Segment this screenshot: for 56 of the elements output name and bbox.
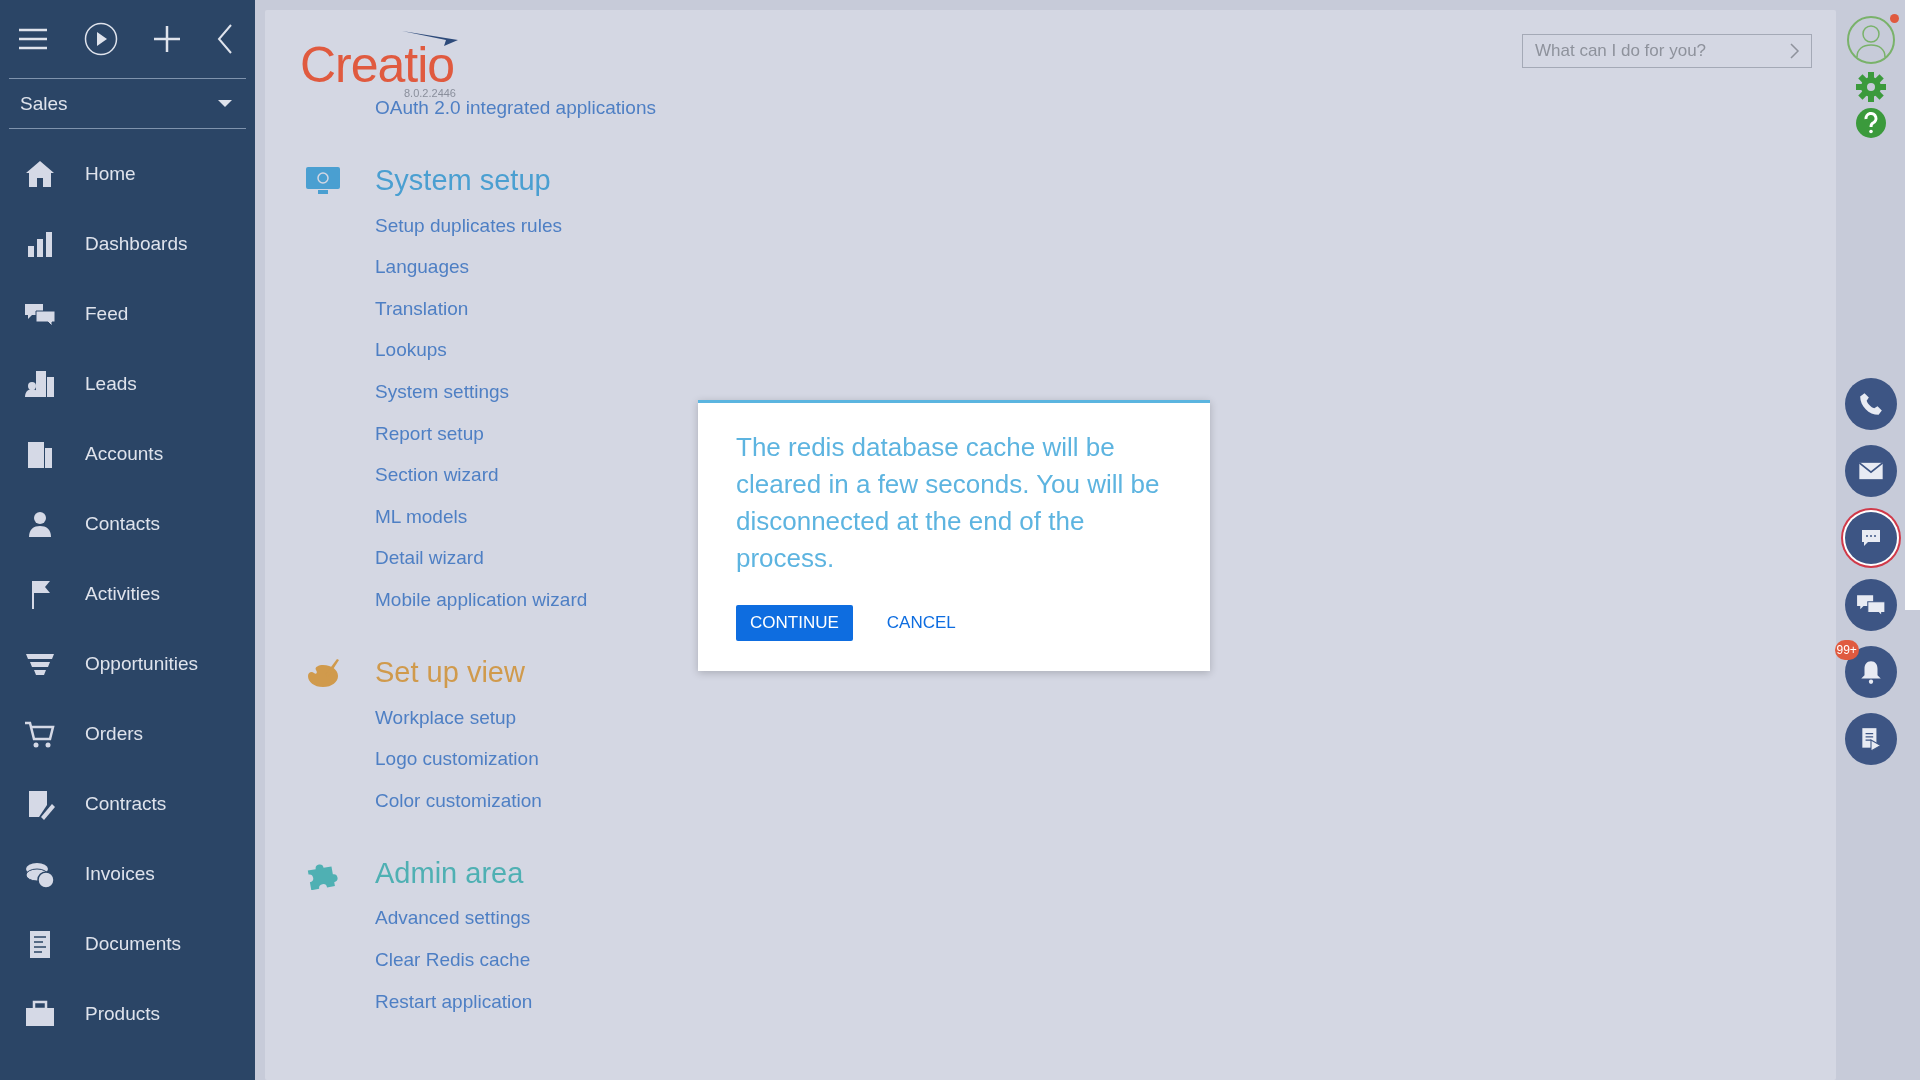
email-button[interactable] <box>1844 445 1897 497</box>
settings-link[interactable]: Setup duplicates rules <box>305 204 568 247</box>
plus-icon[interactable] <box>153 25 182 53</box>
continue-button[interactable]: CONTINUE <box>736 605 853 641</box>
search-field[interactable]: What can I do for you? <box>1522 34 1812 68</box>
menu-icon[interactable] <box>18 27 48 51</box>
play-icon[interactable] <box>83 22 118 56</box>
nav-item[interactable]: Opportunities <box>0 629 255 699</box>
settings-link[interactable]: Advanced settings <box>305 897 537 939</box>
phone-button[interactable] <box>1844 378 1897 430</box>
version-label: 8.0.2.2446 <box>404 88 456 99</box>
collapse-chevron-icon[interactable] <box>216 24 233 54</box>
settings-link[interactable]: Detail wizard <box>305 537 490 579</box>
nav-item[interactable]: Orders <box>0 699 255 769</box>
settings-link[interactable]: Translation <box>305 287 475 330</box>
nav-item[interactable]: Accounts <box>0 419 255 489</box>
monitor-icon <box>305 165 341 196</box>
settings-link[interactable]: Report setup <box>305 412 490 455</box>
logo: Creatio <box>300 40 455 90</box>
settings-link[interactable]: Section wizard <box>305 454 505 496</box>
settings-link[interactable]: ML models <box>305 495 474 538</box>
person-building-icon <box>24 368 56 400</box>
nav-item[interactable]: Home <box>0 139 255 209</box>
settings-link[interactable]: Logo customization <box>305 738 545 780</box>
nav-item[interactable]: Activities <box>0 559 255 629</box>
cancel-button[interactable]: CANCEL <box>872 605 970 641</box>
nav-item[interactable]: Contacts <box>0 489 255 559</box>
section-title: Set up view <box>375 656 525 690</box>
settings-link[interactable]: Clear Redis cache <box>305 938 537 981</box>
house-icon <box>24 158 56 190</box>
palette-icon <box>305 656 341 689</box>
speech-bubbles-icon <box>1855 592 1886 618</box>
section-title: Admin area <box>375 856 524 890</box>
nav-item[interactable]: Contracts <box>0 769 255 839</box>
settings-link[interactable]: Mobile application wizard <box>305 578 594 621</box>
dialog-message: The redis database cache will be cleared in a few seconds. You will be disconnected at the end of the process. <box>736 431 1161 575</box>
workplace-dropdown[interactable]: Sales <box>9 78 246 129</box>
settings-link[interactable]: Workplace setup <box>305 696 523 739</box>
chat-button[interactable] <box>1844 512 1897 564</box>
settings-link[interactable]: System settings <box>305 370 516 413</box>
notification-count: 99+ <box>1834 640 1859 660</box>
section-title: System setup <box>375 164 551 198</box>
nav-item[interactable]: Documents <box>0 909 255 979</box>
settings-link[interactable]: Restart application <box>305 980 539 1023</box>
help-icon[interactable] <box>1855 108 1886 138</box>
nav-item[interactable]: Feed <box>0 279 255 349</box>
messages-button[interactable] <box>1844 579 1897 631</box>
nav-item[interactable]: Dashboards <box>0 209 255 279</box>
process-button[interactable] <box>1844 713 1897 765</box>
settings-link[interactable]: Languages <box>305 246 476 288</box>
nav-item[interactable]: Products <box>0 979 255 1049</box>
phone-icon <box>1857 391 1884 417</box>
settings-link[interactable]: Lookups <box>305 329 453 371</box>
nav-item[interactable]: Invoices <box>0 839 255 909</box>
nav-item[interactable]: Leads <box>0 349 255 419</box>
settings-link[interactable]: Color customization <box>305 779 548 822</box>
